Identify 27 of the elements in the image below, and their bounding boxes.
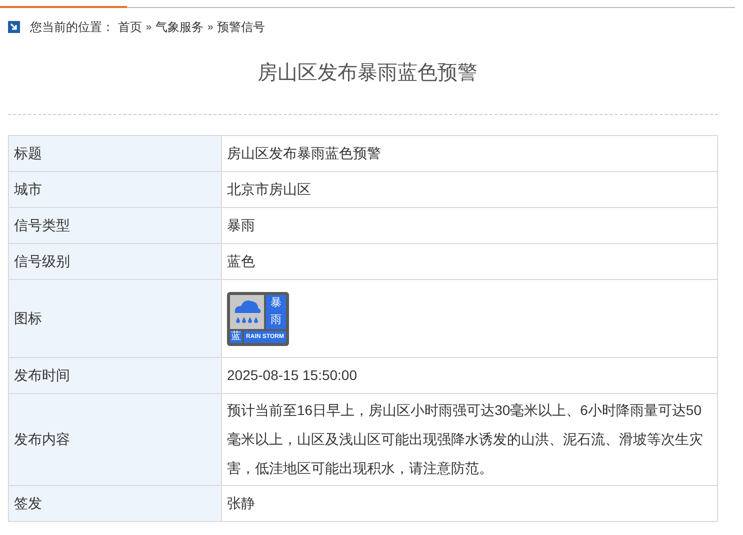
icon-character: 暴 bbox=[270, 296, 282, 310]
level-character: 蓝 bbox=[230, 330, 242, 342]
breadcrumb-link[interactable]: 首页 bbox=[118, 18, 142, 36]
arrow-icon bbox=[8, 21, 20, 33]
breadcrumb-separator: » bbox=[208, 20, 214, 34]
field-value: 预计当前至16日早上，房山区小时雨强可达30毫米以上、6小时降雨量可达50毫米以上，山区及浅山区可能出现强降水诱发的山洪、泥石流、滑坡等次生灾害，低洼地区可能出现积水，请注意防范。 bbox=[222, 394, 718, 486]
field-label: 发布时间 bbox=[8, 358, 222, 394]
field-label: 城市 bbox=[8, 172, 222, 208]
field-value: 张静 bbox=[222, 486, 718, 522]
field-value: 暴雨 bbox=[222, 208, 718, 244]
field-label: 图标 bbox=[8, 280, 222, 358]
field-label: 发布内容 bbox=[8, 394, 222, 486]
field-value: 北京市房山区 bbox=[222, 172, 718, 208]
page-title: 房山区发布暴雨蓝色预警 bbox=[256, 61, 478, 86]
field-value: 房山区发布暴雨蓝色预警 bbox=[222, 136, 718, 172]
breadcrumb-link[interactable]: 气象服务 bbox=[156, 18, 204, 36]
breadcrumb-link[interactable]: 预警信号 bbox=[217, 18, 266, 36]
field-label: 标题 bbox=[8, 136, 222, 172]
field-value: 2025-08-15 15:50:00 bbox=[222, 358, 718, 394]
field-label: 信号类型 bbox=[8, 208, 222, 244]
field-value: 蓝色 bbox=[222, 244, 718, 280]
cloud-rain-icon bbox=[230, 294, 264, 328]
field-label: 信号级别 bbox=[8, 244, 222, 280]
icon-character: 雨 bbox=[270, 312, 282, 328]
field-label: 签发 bbox=[8, 486, 222, 522]
breadcrumb-label: 您当前的位置： bbox=[30, 19, 114, 36]
breadcrumb-separator: » bbox=[146, 20, 152, 34]
